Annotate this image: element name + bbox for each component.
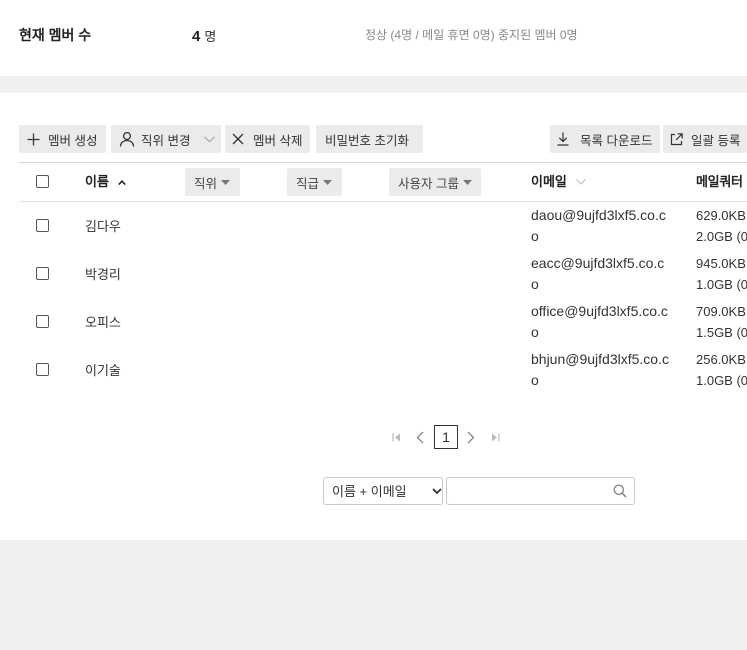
position-filter-label: 직위 <box>194 176 218 191</box>
delete-member-button[interactable]: 멤버 삭제 <box>225 125 310 153</box>
table-header: 이름 직위 직급 사용자 그룹 이메일 메일쿼터 <box>19 162 747 202</box>
chevron-down-icon <box>204 136 215 143</box>
search-box <box>446 477 635 505</box>
member-name: 이기술 <box>85 363 121 378</box>
caret-down-icon <box>323 179 333 185</box>
rank-filter-label: 직급 <box>296 176 320 191</box>
row-checkbox[interactable] <box>36 219 49 232</box>
table-row[interactable]: 이기술 bhjun@9ujfd3lxf5.co.co 256.0KB 1.0GB… <box>0 346 747 394</box>
close-icon <box>232 133 244 145</box>
external-link-icon <box>670 132 683 145</box>
chevron-up-icon <box>118 180 126 185</box>
caret-down-icon <box>462 179 472 185</box>
caret-down-icon <box>221 179 231 185</box>
change-position-label: 직위 변경 <box>141 133 191 148</box>
delete-member-label: 멤버 삭제 <box>253 133 303 148</box>
person-icon <box>119 131 135 147</box>
next-page-icon[interactable] <box>467 431 475 444</box>
member-count-label: 현재 멤버 수 <box>19 27 92 43</box>
search-icon[interactable] <box>613 484 627 498</box>
member-count-unit: 명 <box>204 29 217 44</box>
change-position-button[interactable]: 직위 변경 <box>111 125 221 153</box>
row-checkbox[interactable] <box>36 315 49 328</box>
table-row[interactable]: 김다우 daou@9ujfd3lxf5.co.co 629.0KB 2.0GB … <box>0 202 747 250</box>
page-number-current[interactable]: 1 <box>434 425 458 449</box>
position-filter-button[interactable]: 직위 <box>185 168 240 196</box>
member-quota: 256.0KB 1.0GB (0 <box>696 349 747 391</box>
column-header-email[interactable]: 이메일 <box>531 173 567 191</box>
create-member-label: 멤버 생성 <box>48 133 98 148</box>
bulk-register-button[interactable]: 일괄 등록 <box>663 125 747 153</box>
last-page-icon[interactable] <box>491 433 500 442</box>
member-count-value: 4 <box>192 28 201 45</box>
member-email: eacc@9ujfd3lxf5.co.co <box>531 255 665 292</box>
table-row[interactable]: 박경리 eacc@9ujfd3lxf5.co.co 945.0KB 1.0GB … <box>0 250 747 298</box>
plus-icon <box>27 133 40 145</box>
member-status-detail: 정상 (4명 / 메일 휴면 0명) 중지된 멤버 0명 <box>365 28 578 42</box>
quota-total: 1.0GB (0 <box>696 277 747 292</box>
bulk-register-label: 일괄 등록 <box>691 133 741 148</box>
reset-password-label: 비밀번호 초기화 <box>325 133 409 148</box>
quota-used: 709.0KB <box>696 304 746 319</box>
download-icon <box>557 132 569 146</box>
member-email: office@9ujfd3lxf5.co.co <box>531 303 668 340</box>
member-email: daou@9ujfd3lxf5.co.co <box>531 207 666 244</box>
chevron-down-icon <box>576 179 586 185</box>
member-name: 박경리 <box>85 267 121 282</box>
member-email: bhjun@9ujfd3lxf5.co.co <box>531 351 669 388</box>
quota-used: 945.0KB <box>696 256 746 271</box>
search-field-select[interactable]: 이름 + 이메일 <box>323 477 443 505</box>
member-count: 4명 <box>192 28 216 46</box>
row-checkbox[interactable] <box>36 363 49 376</box>
member-name: 오피스 <box>85 315 121 330</box>
column-header-quota[interactable]: 메일쿼터 <box>696 173 747 191</box>
reset-password-button[interactable]: 비밀번호 초기화 <box>316 125 423 153</box>
row-checkbox[interactable] <box>36 267 49 280</box>
user-group-filter-button[interactable]: 사용자 그룹 <box>389 168 481 196</box>
prev-page-icon[interactable] <box>416 431 424 444</box>
rank-filter-button[interactable]: 직급 <box>287 168 342 196</box>
user-group-filter-label: 사용자 그룹 <box>398 176 459 191</box>
member-list-panel: 멤버 생성 직위 변경 멤버 삭제 비밀번호 초기화 목록 다운로드 일괄 등록… <box>0 93 747 540</box>
table-row[interactable]: 오피스 office@9ujfd3lxf5.co.co 709.0KB 1.5G… <box>0 298 747 346</box>
quota-total: 1.5GB (0 <box>696 325 747 340</box>
create-member-button[interactable]: 멤버 생성 <box>19 125 106 153</box>
member-summary: 현재 멤버 수 4명 정상 (4명 / 메일 휴면 0명) 중지된 멤버 0명 <box>0 0 747 76</box>
member-quota: 709.0KB 1.5GB (0 <box>696 301 747 343</box>
quota-used: 629.0KB <box>696 208 746 223</box>
first-page-icon[interactable] <box>392 433 401 442</box>
search-field-select-wrap: 이름 + 이메일 <box>323 477 443 505</box>
search-input[interactable] <box>447 478 607 504</box>
select-all-checkbox[interactable] <box>36 175 49 188</box>
download-list-button[interactable]: 목록 다운로드 <box>550 125 660 153</box>
quota-total: 2.0GB (0 <box>696 229 747 244</box>
download-list-label: 목록 다운로드 <box>580 133 653 148</box>
member-name: 김다우 <box>85 219 121 234</box>
quota-used: 256.0KB <box>696 352 746 367</box>
column-header-name[interactable]: 이름 <box>85 173 109 191</box>
member-quota: 629.0KB 2.0GB (0 <box>696 205 747 247</box>
quota-total: 1.0GB (0 <box>696 373 747 388</box>
member-quota: 945.0KB 1.0GB (0 <box>696 253 747 295</box>
